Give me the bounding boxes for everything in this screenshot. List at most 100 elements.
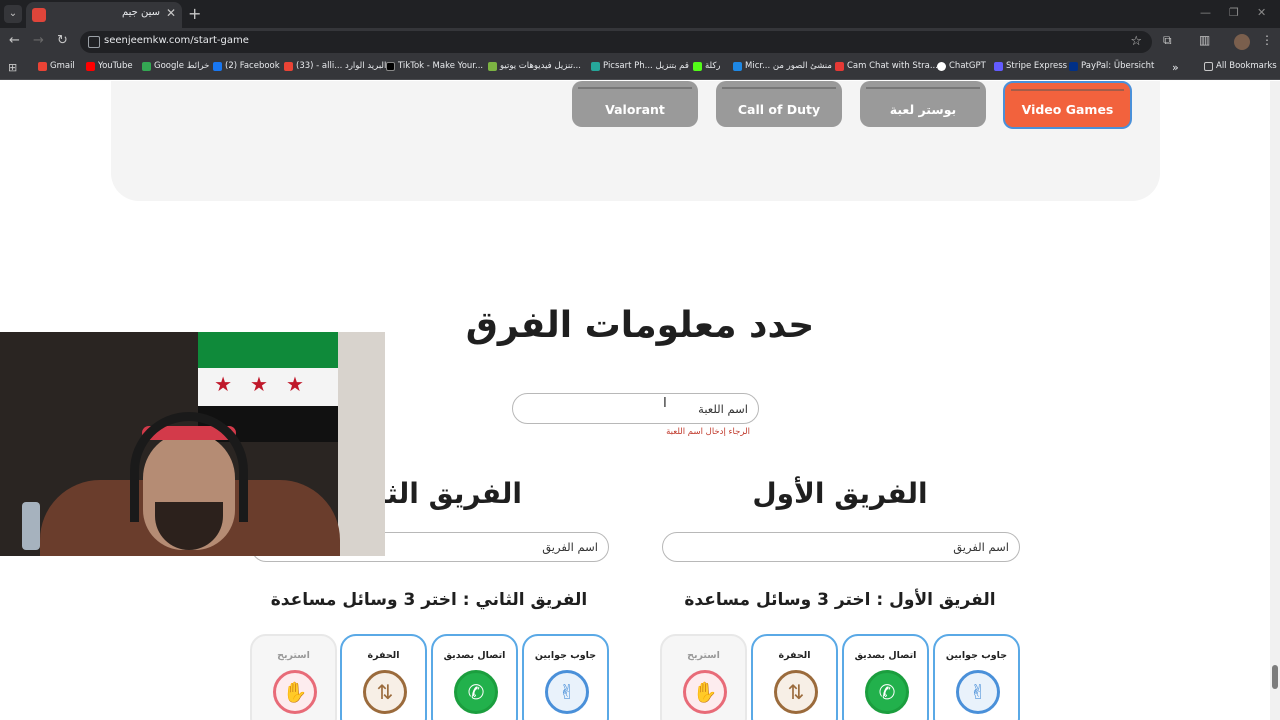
headset [130, 412, 248, 522]
category-thumbnail [578, 81, 692, 89]
back-icon[interactable]: ← [9, 33, 20, 48]
stop-hand-icon: ✋ [273, 670, 317, 714]
category-thumbnail [722, 81, 836, 89]
new-tab-icon[interactable]: + [188, 4, 201, 23]
more-bookmarks-icon[interactable]: » [1172, 61, 1179, 74]
site-info-icon[interactable] [88, 36, 100, 48]
microsoft-icon [733, 61, 742, 71]
chatgpt-icon [937, 61, 946, 71]
download-icon [488, 61, 497, 71]
bookmark-gmail[interactable]: Gmail [38, 61, 75, 71]
all-bookmarks-folder[interactable]: All Bookmarks [1204, 61, 1277, 71]
aid-label: جاوب جوابين [945, 650, 1008, 661]
scrollbar-thumb[interactable] [1272, 665, 1278, 689]
webcam-overlay: ★★★ [0, 332, 385, 556]
team-one-aid-answer-twice[interactable]: جاوب جوابين ✌ [933, 634, 1020, 720]
game-name-input[interactable] [512, 393, 759, 424]
browser-tab[interactable]: سين جيم ✕ [26, 2, 182, 28]
profile-avatar[interactable] [1234, 34, 1250, 50]
category-card-valorant[interactable]: Valorant [572, 81, 698, 127]
phone-icon: ✆ [454, 670, 498, 714]
tab-search-icon[interactable]: ⌄ [4, 5, 22, 23]
page-scrollbar[interactable] [1270, 81, 1280, 720]
stripe-icon [994, 61, 1003, 71]
address-bar[interactable]: seenjeemkw.com/start-game ☆ [80, 31, 1152, 53]
browser-tab-bar: ⌄ سين جيم ✕ + — ❐ ✕ [0, 0, 1280, 28]
bookmark-picsart[interactable]: Picsart Ph... قم بتنزيل [591, 61, 689, 71]
reload-icon[interactable]: ↻ [57, 33, 68, 48]
team-two-aid-answer-twice[interactable]: جاوب جوابين ✌ [522, 634, 609, 720]
swap-arrows-icon: ⇅ [363, 670, 407, 714]
forward-icon[interactable]: → [33, 33, 44, 48]
gmail-icon [38, 61, 47, 71]
category-thumbnail [866, 81, 980, 89]
team-one-aid-call-friend[interactable]: اتصال بصديق ✆ [842, 634, 929, 720]
bookmark-cam-chat[interactable]: Cam Chat with Stra... [835, 61, 938, 71]
paypal-icon [1069, 61, 1078, 71]
peace-hand-icon: ✌ [956, 670, 1000, 714]
bookmark-kick[interactable]: ركلة [693, 61, 721, 71]
category-card-game-poster[interactable]: بوستر لعبة [860, 81, 986, 127]
team-two-aid-rest[interactable]: استريح ✋ [250, 634, 337, 720]
bookmark-facebook[interactable]: (2) Facebook [213, 61, 280, 71]
tab-close-icon[interactable]: ✕ [166, 6, 176, 20]
bookmark-chatgpt[interactable]: ChatGPT [937, 61, 986, 71]
team-two-aids-title: الفريق الثاني : اختر 3 وسائل مساعدة [270, 590, 588, 610]
aid-label: الحفرة [367, 650, 400, 661]
aid-label: استريح [687, 650, 720, 661]
category-label: بوستر لعبة [889, 102, 957, 117]
background-wall [338, 332, 385, 556]
swap-arrows-icon: ⇅ [774, 670, 818, 714]
minimize-icon[interactable]: — [1200, 6, 1211, 19]
bookmark-inbox[interactable]: (33) - alli... البريد الوارد [284, 61, 386, 71]
bookmark-microsoft-image[interactable]: Micr... منشئ الصور من [733, 61, 832, 71]
team-two-aid-call-friend[interactable]: اتصال بصديق ✆ [431, 634, 518, 720]
close-window-icon[interactable]: ✕ [1257, 6, 1266, 19]
site-favicon-icon [32, 8, 46, 22]
apps-grid-icon[interactable]: ⊞ [8, 61, 17, 74]
team-two-aid-pit[interactable]: الحفرة ⇅ [340, 634, 427, 720]
browser-toolbar: ← → ↻ seenjeemkw.com/start-game ☆ ⧉ ▥ ⋮ [0, 28, 1280, 56]
team-one-title: الفريق الأول [752, 477, 928, 510]
facebook-icon [213, 61, 222, 71]
camera-icon [835, 61, 844, 71]
team-one-aids-title: الفريق الأول : اختر 3 وسائل مساعدة [684, 590, 996, 610]
text-cursor-icon: I [663, 396, 667, 411]
youtube-icon [86, 61, 95, 71]
streamer [130, 412, 260, 556]
tiktok-icon [386, 61, 395, 71]
side-panel-icon[interactable]: ▥ [1199, 33, 1210, 47]
team-one-aid-rest[interactable]: استريح ✋ [660, 634, 747, 720]
aid-label: اتصال بصديق [443, 650, 506, 661]
maps-icon [142, 61, 151, 71]
url-text: seenjeemkw.com/start-game [104, 35, 249, 46]
bookmark-stripe[interactable]: Stripe Express [994, 61, 1067, 71]
bookmark-youtube-downloader[interactable]: تنزيل فيديوهات يوتيو... [488, 61, 581, 71]
bookmark-star-icon[interactable]: ☆ [1130, 34, 1142, 49]
aid-label: جاوب جوابين [534, 650, 597, 661]
team-one-aid-pit[interactable]: الحفرة ⇅ [751, 634, 838, 720]
category-card-video-games[interactable]: Video Games [1003, 81, 1132, 129]
aid-label: استريح [277, 650, 310, 661]
team-one-name-input[interactable] [662, 532, 1020, 562]
mail-icon [284, 61, 293, 71]
extensions-icon[interactable]: ⧉ [1163, 33, 1172, 48]
bookmark-youtube[interactable]: YouTube [86, 61, 133, 71]
tab-title: سين جيم [121, 7, 160, 18]
folder-icon [1204, 61, 1213, 71]
category-label: Call of Duty [737, 102, 821, 117]
category-label: Valorant [605, 102, 665, 117]
maximize-icon[interactable]: ❐ [1229, 6, 1239, 19]
peace-hand-icon: ✌ [545, 670, 589, 714]
menu-icon[interactable]: ⋮ [1261, 33, 1273, 47]
kick-icon [693, 61, 702, 71]
phone-icon: ✆ [865, 670, 909, 714]
category-card-call-of-duty[interactable]: Call of Duty [716, 81, 842, 127]
category-thumbnail [1011, 83, 1124, 91]
bookmark-paypal[interactable]: PayPal: Übersicht [1069, 61, 1154, 71]
picsart-icon [591, 61, 600, 71]
bookmark-google-maps[interactable]: Google خرائط [142, 61, 209, 71]
category-label: Video Games [1021, 102, 1114, 117]
bookmark-tiktok[interactable]: TikTok - Make Your... [386, 61, 483, 71]
game-name-error: الرجاء إدخال اسم اللعبة [666, 427, 750, 437]
